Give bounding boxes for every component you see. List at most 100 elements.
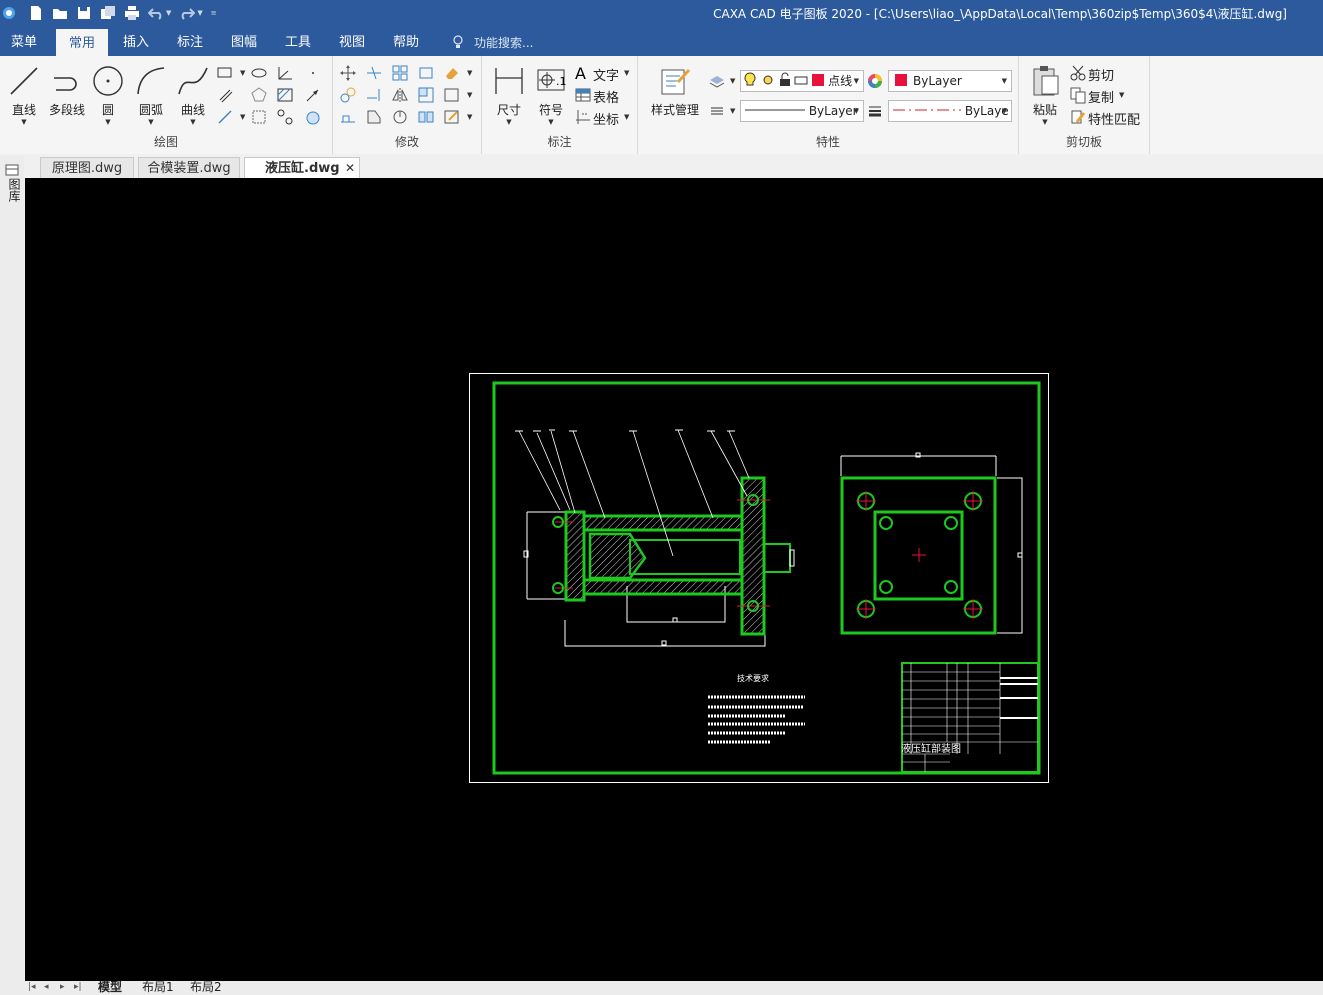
match-properties-label[interactable]: 特性匹配 [1088,109,1140,128]
copy-label[interactable]: 复制 [1088,87,1114,106]
first-layout-icon[interactable]: |◂ [28,982,36,992]
next-layout-icon[interactable]: ▸ [60,982,65,992]
trim-icon[interactable] [365,64,383,82]
dimension-button[interactable]: 尺寸 ▼ [490,64,528,126]
lineweight-combo-dropdown-icon[interactable]: ▼ [1002,101,1007,121]
menu-tab-sheet[interactable]: 图幅 [222,28,266,56]
drawing-canvas[interactable]: 技术要求 液压缸部装图 [25,178,1323,981]
doc-tab-schematic[interactable]: 原理图.dwg [40,157,134,179]
mirror-icon[interactable] [391,86,409,104]
layout-tab-layout1[interactable]: 布局1 [142,980,174,995]
centerline-dropdown-icon[interactable]: ▼ [240,113,245,121]
stretch-icon[interactable] [339,108,357,126]
menu-tab-help[interactable]: 帮助 [384,28,428,56]
offset-dropdown-icon[interactable]: ▼ [467,91,472,99]
explode-icon[interactable] [417,64,435,82]
layer-manager-icon[interactable] [708,72,726,90]
offset-icon[interactable] [443,86,461,104]
centerline-icon[interactable] [216,108,234,126]
cut-label[interactable]: 剪切 [1088,65,1114,84]
app-logo-icon[interactable] [2,6,16,20]
text-icon[interactable]: A [574,64,592,82]
prev-layout-icon[interactable]: ◂ [44,982,49,992]
layout-tab-model[interactable]: 模型 [98,980,122,995]
undo-icon[interactable] [148,5,164,21]
rectangle-icon[interactable] [216,64,234,82]
copy-dropdown-icon[interactable]: ▼ [1119,91,1124,99]
color-combo-dropdown-icon[interactable]: ▼ [1002,71,1007,91]
redo-dropdown-icon[interactable]: ▼ [197,9,202,17]
table-label[interactable]: 表格 [593,87,619,106]
match-properties-icon[interactable] [1069,108,1087,126]
linetype-list-icon[interactable] [708,102,726,120]
coordinate-icon[interactable] [574,108,592,126]
save-all-icon[interactable] [100,5,116,21]
eraser-dropdown-icon[interactable]: ▼ [467,69,472,77]
layout-tab-layout2[interactable]: 布局2 [190,980,222,995]
point-icon[interactable] [304,64,322,82]
hatch-icon[interactable] [276,86,294,104]
linetype-combo[interactable]: ByLayer ▼ [740,100,864,122]
layer-combo-dropdown-icon[interactable]: ▼ [854,71,859,91]
eraser-icon[interactable] [443,64,461,82]
chamfer-icon[interactable] [365,108,383,126]
copy-move-icon[interactable] [339,86,357,104]
paste-button[interactable]: 粘贴 ▼ [1025,64,1065,126]
trim-box-icon[interactable] [250,108,268,126]
library-tab[interactable]: 图库 [6,178,23,202]
copy-icon[interactable] [1069,86,1087,104]
layer-manager-dropdown-icon[interactable]: ▼ [730,77,735,85]
rotate-icon[interactable] [391,108,409,126]
rectangle-dropdown-icon[interactable]: ▼ [240,69,245,77]
menu-tab-common[interactable]: 常用 [56,29,108,56]
hatch-region-icon[interactable] [304,108,322,126]
symbol-button[interactable]: .1 符号 ▼ [532,64,570,126]
color-combo[interactable]: ByLayer ▼ [888,70,1012,92]
doc-tab-hydraulic-cylinder[interactable]: 液压缸.dwg ✕ [244,157,360,179]
new-file-icon[interactable] [28,5,44,21]
linetype-list-dropdown-icon[interactable]: ▼ [730,107,735,115]
linetype-combo-dropdown-icon[interactable]: ▼ [854,101,859,121]
arc-button[interactable]: 圆弧 ▼ [132,64,170,126]
array-icon[interactable] [391,64,409,82]
edit-properties-icon[interactable] [443,108,461,126]
table-icon[interactable] [574,86,592,104]
close-icon[interactable]: ✕ [345,158,355,179]
menu-tab-view[interactable]: 视图 [330,28,374,56]
feature-search[interactable]: 功能搜索... [452,28,533,56]
doc-tab-mold-assembly[interactable]: 合模装置.dwg [138,157,240,179]
menu-tab-tools[interactable]: 工具 [276,28,320,56]
last-layout-icon[interactable]: ▸| [74,982,82,992]
circle-button[interactable]: 圆 ▼ [90,64,126,126]
edit-dropdown-icon[interactable]: ▼ [467,113,472,121]
nodes-icon[interactable] [276,108,294,126]
text-dropdown-icon[interactable]: ▼ [624,69,629,77]
library-icon[interactable] [5,164,19,176]
text-label[interactable]: 文字 [593,65,619,84]
open-file-icon[interactable] [52,5,68,21]
line-button[interactable]: 直线 ▼ [6,64,42,126]
drawing-sheet[interactable]: 技术要求 液压缸部装图 [25,178,1323,981]
scissors-icon[interactable] [1069,64,1087,82]
coordinate-label[interactable]: 坐标 [593,109,619,128]
lineweight-combo[interactable]: ByLaye ▼ [888,100,1012,122]
redo-icon[interactable] [179,5,196,21]
color-wheel-icon[interactable] [866,72,884,90]
ellipse-icon[interactable] [250,64,268,82]
parallel-line-icon[interactable] [216,86,234,104]
scale-icon[interactable] [417,86,435,104]
break-icon[interactable] [417,108,435,126]
move-icon[interactable] [339,64,357,82]
menu-tab-annotate[interactable]: 标注 [168,28,212,56]
lineweight-icon[interactable] [866,102,884,120]
style-manager-button[interactable]: 样式管理 [644,64,706,118]
coordinate-dropdown-icon[interactable]: ▼ [624,113,629,121]
layer-combo[interactable]: 点线 ▼ [740,70,864,92]
curve-button[interactable]: 曲线 ▼ [174,64,212,126]
angle-line-icon[interactable] [276,64,294,82]
polyline-button[interactable]: 多段线 [44,64,90,118]
menu-tab-insert[interactable]: 插入 [114,28,158,56]
print-icon[interactable] [124,5,140,21]
extend-icon[interactable] [365,86,383,104]
save-icon[interactable] [76,5,92,21]
